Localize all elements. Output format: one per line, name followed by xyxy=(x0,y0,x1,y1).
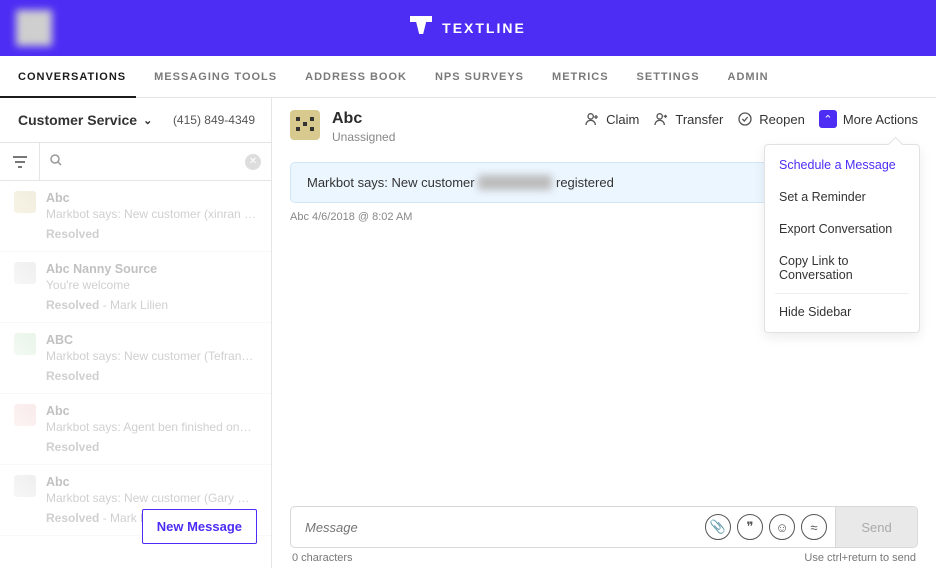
dropdown-item-reminder[interactable]: Set a Reminder xyxy=(765,181,919,213)
search-icon xyxy=(50,154,62,169)
conversation-preview: Markbot says: New customer (xinran d… xyxy=(46,207,257,221)
contact-avatar-icon xyxy=(290,110,320,140)
conversation-status: Resolved - Mark Lilien xyxy=(46,298,257,312)
user-avatar[interactable] xyxy=(16,10,52,46)
transfer-icon xyxy=(653,111,669,127)
more-actions-dropdown: Schedule a Message Set a Reminder Export… xyxy=(764,144,920,333)
claim-button[interactable]: Claim xyxy=(584,111,639,127)
sidebar-header: Customer Service ⌄ (415) 849-4349 xyxy=(0,98,271,143)
department-selector[interactable]: Customer Service ⌄ xyxy=(18,112,152,128)
clear-search-button[interactable]: ✕ xyxy=(245,154,261,170)
reopen-icon xyxy=(737,111,753,127)
brand-logo-icon xyxy=(410,16,432,40)
conversation-title: Abc xyxy=(46,404,257,418)
redacted-text: xxxxx xxxx xyxy=(478,175,552,190)
search-row: ✕ xyxy=(0,143,271,181)
filter-button[interactable] xyxy=(0,143,40,180)
template-button[interactable]: ❞ xyxy=(737,514,763,540)
sidebar: Customer Service ⌄ (415) 849-4349 ✕ Abc … xyxy=(0,98,272,568)
conversation-preview: You're welcome xyxy=(46,278,257,292)
attach-button[interactable]: 📎 xyxy=(705,514,731,540)
nav-tab-settings[interactable]: SETTINGS xyxy=(637,57,700,97)
char-count: 0 characters xyxy=(292,552,353,564)
conversation-list-item[interactable]: ABC Markbot says: New customer (Tefrany … xyxy=(0,323,271,394)
chevron-down-icon: ⌄ xyxy=(143,114,152,127)
reopen-button[interactable]: Reopen xyxy=(737,111,805,127)
dropdown-item-export[interactable]: Export Conversation xyxy=(765,213,919,245)
conversation-status: Resolved xyxy=(46,440,257,454)
brand: TEXTLINE xyxy=(410,16,526,40)
transfer-button[interactable]: Transfer xyxy=(653,111,723,127)
conversation-list-item[interactable]: Abc Markbot says: New customer (xinran d… xyxy=(0,181,271,252)
conversation-status: Resolved xyxy=(46,227,257,241)
conversation-title: ABC xyxy=(46,333,257,347)
nav-tab-conversations[interactable]: CONVERSATIONS xyxy=(18,57,126,97)
conversation-title: Abc xyxy=(46,475,257,489)
content-pane: Abc Unassigned Claim Transfer Reopen ⌃ xyxy=(272,98,936,568)
conversation-avatar-icon xyxy=(14,262,36,284)
nav-tab-messaging-tools[interactable]: MESSAGING TOOLS xyxy=(154,57,277,97)
conversation-preview: Markbot says: Agent ben finished onboa… xyxy=(46,420,257,434)
dropdown-item-copy-link[interactable]: Copy Link to Conversation xyxy=(765,245,919,291)
conversation-list-item[interactable]: Abc Markbot says: Agent ben finished onb… xyxy=(0,394,271,465)
nav-tab-admin[interactable]: ADMIN xyxy=(728,57,769,97)
conversation-list-item[interactable]: Abc Nanny Source You're welcome Resolved… xyxy=(0,252,271,323)
dropdown-separator xyxy=(775,293,909,294)
conversation-preview: Markbot says: New customer (Gary Pau… xyxy=(46,491,257,505)
composer-hint: Use ctrl+return to send xyxy=(804,552,916,564)
dropdown-item-schedule[interactable]: Schedule a Message xyxy=(765,149,919,181)
nav-tab-metrics[interactable]: METRICS xyxy=(552,57,609,97)
system-message-prefix: Markbot says: New customer xyxy=(307,175,475,190)
contact-name: Abc xyxy=(332,110,395,128)
conversation-title: Abc Nanny Source xyxy=(46,262,257,276)
quote-icon: ❞ xyxy=(747,519,754,535)
conversation-avatar-icon xyxy=(14,404,36,426)
message-input[interactable] xyxy=(291,520,705,535)
chevron-up-icon: ⌃ xyxy=(819,110,837,128)
top-bar: TEXTLINE xyxy=(0,0,936,56)
department-label: Customer Service xyxy=(18,112,137,128)
dropdown-item-hide-sidebar[interactable]: Hide Sidebar xyxy=(765,296,919,328)
emoji-button[interactable]: ☺ xyxy=(769,514,795,540)
conversation-avatar-icon xyxy=(14,475,36,497)
contact-subtitle: Unassigned xyxy=(332,130,395,144)
nav-tab-address-book[interactable]: ADDRESS BOOK xyxy=(305,57,407,97)
paperclip-icon: 📎 xyxy=(710,519,726,535)
more-actions-button[interactable]: ⌃ More Actions xyxy=(819,110,918,128)
claim-icon xyxy=(584,111,600,127)
conversation-preview: Markbot says: New customer (Tefrany … xyxy=(46,349,257,363)
new-message-button[interactable]: New Message xyxy=(142,509,257,544)
main-nav: CONVERSATIONS MESSAGING TOOLS ADDRESS BO… xyxy=(0,56,936,98)
conversation-title: Abc xyxy=(46,191,257,205)
conversation-avatar-icon xyxy=(14,191,36,213)
smile-icon: ☺ xyxy=(775,520,788,535)
conversation-status: Resolved xyxy=(46,369,257,383)
nav-tab-nps-surveys[interactable]: NPS SURVEYS xyxy=(435,57,524,97)
conversation-avatar-icon xyxy=(14,333,36,355)
search-input[interactable] xyxy=(70,155,245,169)
filter-icon xyxy=(13,156,27,168)
brand-name: TEXTLINE xyxy=(442,20,526,36)
system-message-suffix: registered xyxy=(556,175,614,190)
send-button[interactable]: Send xyxy=(835,507,917,547)
approx-icon: ≈ xyxy=(810,520,817,535)
department-phone: (415) 849-4349 xyxy=(173,113,255,127)
composer: 📎 ❞ ☺ ≈ Send xyxy=(290,506,918,548)
variables-button[interactable]: ≈ xyxy=(801,514,827,540)
